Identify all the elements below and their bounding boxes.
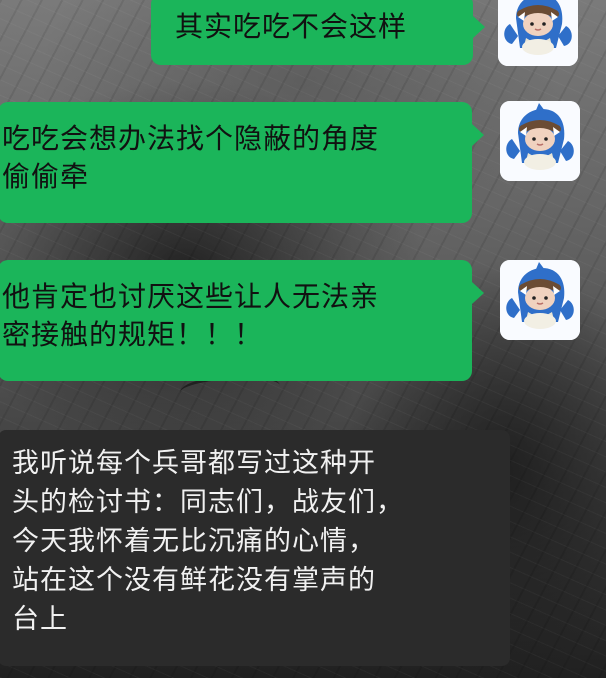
- shark-hat-doll-icon: [500, 101, 580, 181]
- shark-hat-doll-icon: [500, 260, 580, 340]
- user-avatar[interactable]: [498, 0, 578, 66]
- user-avatar[interactable]: [500, 260, 580, 340]
- shark-hat-doll-icon: [498, 0, 578, 66]
- message-row: 其实吃吃不会这样 吃吃会想办法找个隐蔽的角度 偷偷牵 他肯定也讨厌这些让人无法亲…: [0, 0, 606, 678]
- message-bubble[interactable]: 其实吃吃不会这样: [151, 0, 485, 65]
- user-avatar[interactable]: [500, 101, 580, 181]
- message-bubble[interactable]: 我听说每个兵哥都写过这种开 头的检讨书：同志们，战友们， 今天我怀着无比沉痛的心…: [0, 430, 510, 666]
- message-bubble[interactable]: 他肯定也讨厌这些让人无法亲 密接触的规矩！！！: [0, 260, 484, 381]
- message-bubble[interactable]: 吃吃会想办法找个隐蔽的角度 偷偷牵: [0, 102, 484, 223]
